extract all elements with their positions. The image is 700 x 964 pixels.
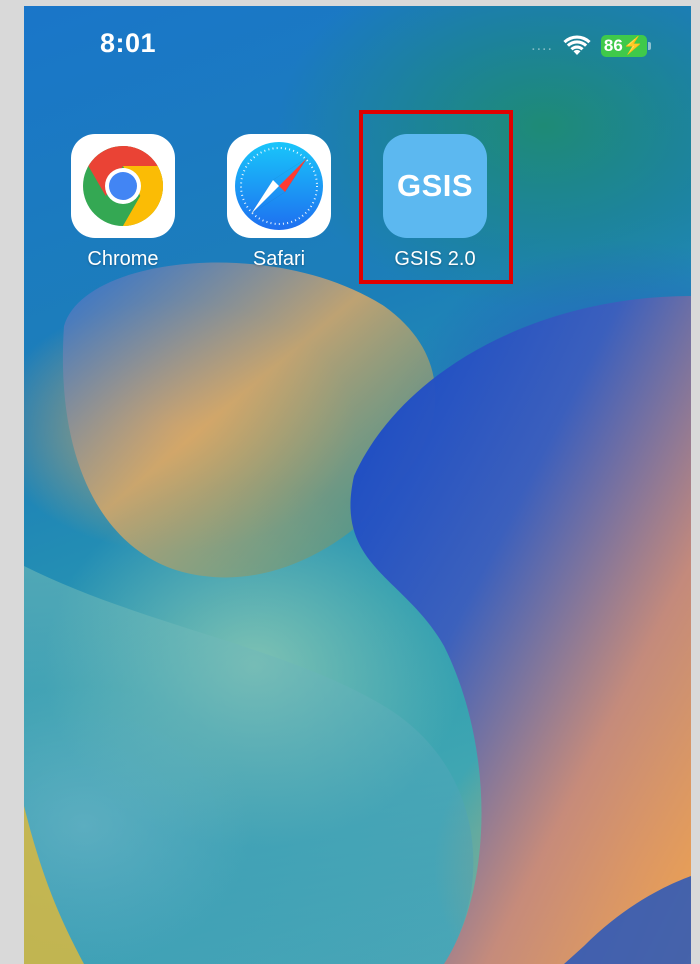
battery-level: 86⚡ bbox=[600, 35, 647, 57]
app-label-chrome: Chrome bbox=[87, 248, 159, 270]
safari-compass-icon[interactable] bbox=[227, 134, 331, 238]
home-screen: 8:01 .... 86⚡ Chrome Safari GSIS GSIS 2.… bbox=[24, 6, 691, 964]
app-chrome[interactable]: Chrome bbox=[68, 134, 178, 271]
app-safari[interactable]: Safari bbox=[224, 134, 334, 271]
status-bar: 8:01 .... 86⚡ bbox=[24, 6, 691, 86]
charging-bolt-icon: ⚡ bbox=[622, 36, 644, 55]
status-time: 8:01 bbox=[100, 28, 157, 58]
status-indicators: .... 86⚡ bbox=[531, 34, 651, 58]
safari-logo bbox=[235, 142, 323, 230]
battery-cap bbox=[648, 42, 651, 50]
highlight-box bbox=[359, 110, 513, 284]
app-label-safari: Safari bbox=[252, 248, 306, 270]
cellular-signal-icon: .... bbox=[531, 37, 553, 54]
battery-indicator: 86⚡ bbox=[600, 35, 651, 57]
chrome-logo bbox=[83, 146, 163, 226]
chrome-icon[interactable] bbox=[71, 134, 175, 238]
wifi-icon bbox=[563, 35, 591, 55]
